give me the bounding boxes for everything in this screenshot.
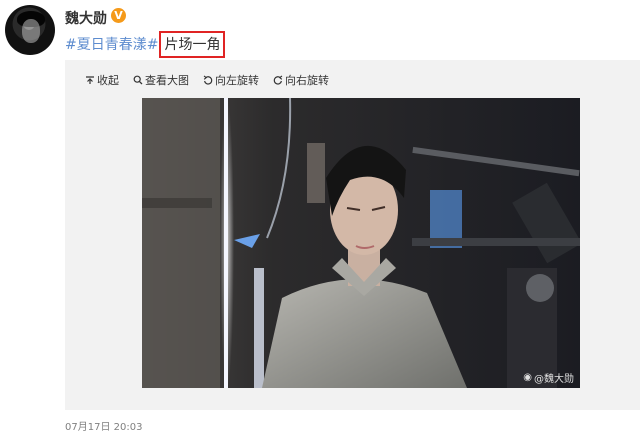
username[interactable]: 魏大勋 xyxy=(65,8,107,28)
magnifier-icon xyxy=(133,75,143,85)
avatar[interactable] xyxy=(5,5,55,55)
view-large-label: 查看大图 xyxy=(145,74,189,87)
watermark-text: @魏大勋 xyxy=(534,374,574,385)
rotate-right-label: 向右旋转 xyxy=(285,74,329,87)
post-photo[interactable]: ◉ @魏大勋 xyxy=(142,98,580,388)
post-text: #夏日青春漾# 片场一角 xyxy=(65,31,226,58)
photo-watermark: ◉ @魏大勋 xyxy=(523,370,574,385)
rotate-left-icon xyxy=(203,75,213,85)
view-large-button[interactable]: 查看大图 xyxy=(133,72,189,88)
rotate-left-button[interactable]: 向左旋转 xyxy=(203,72,259,88)
weibo-logo-icon: ◉ xyxy=(523,372,532,383)
rotate-right-icon xyxy=(273,75,283,85)
rotate-right-button[interactable]: 向右旋转 xyxy=(273,72,329,88)
media-card: 收起 查看大图 向左旋转 向右旋转 ◉ @魏大勋 xyxy=(65,60,640,410)
collapse-icon xyxy=(86,76,94,84)
post-timestamp[interactable]: 07月17日 20:03 xyxy=(65,418,142,433)
verified-badge-icon: V xyxy=(111,8,126,23)
hashtag-link[interactable]: #夏日青春漾# xyxy=(65,37,158,53)
rotate-left-label: 向左旋转 xyxy=(215,74,259,87)
collapse-button[interactable]: 收起 xyxy=(85,72,119,88)
photo-scene xyxy=(142,98,580,388)
collapse-label: 收起 xyxy=(97,74,119,87)
image-toolbar: 收起 查看大图 向左旋转 向右旋转 xyxy=(85,72,329,88)
highlighted-post-text: 片场一角 xyxy=(159,31,226,58)
